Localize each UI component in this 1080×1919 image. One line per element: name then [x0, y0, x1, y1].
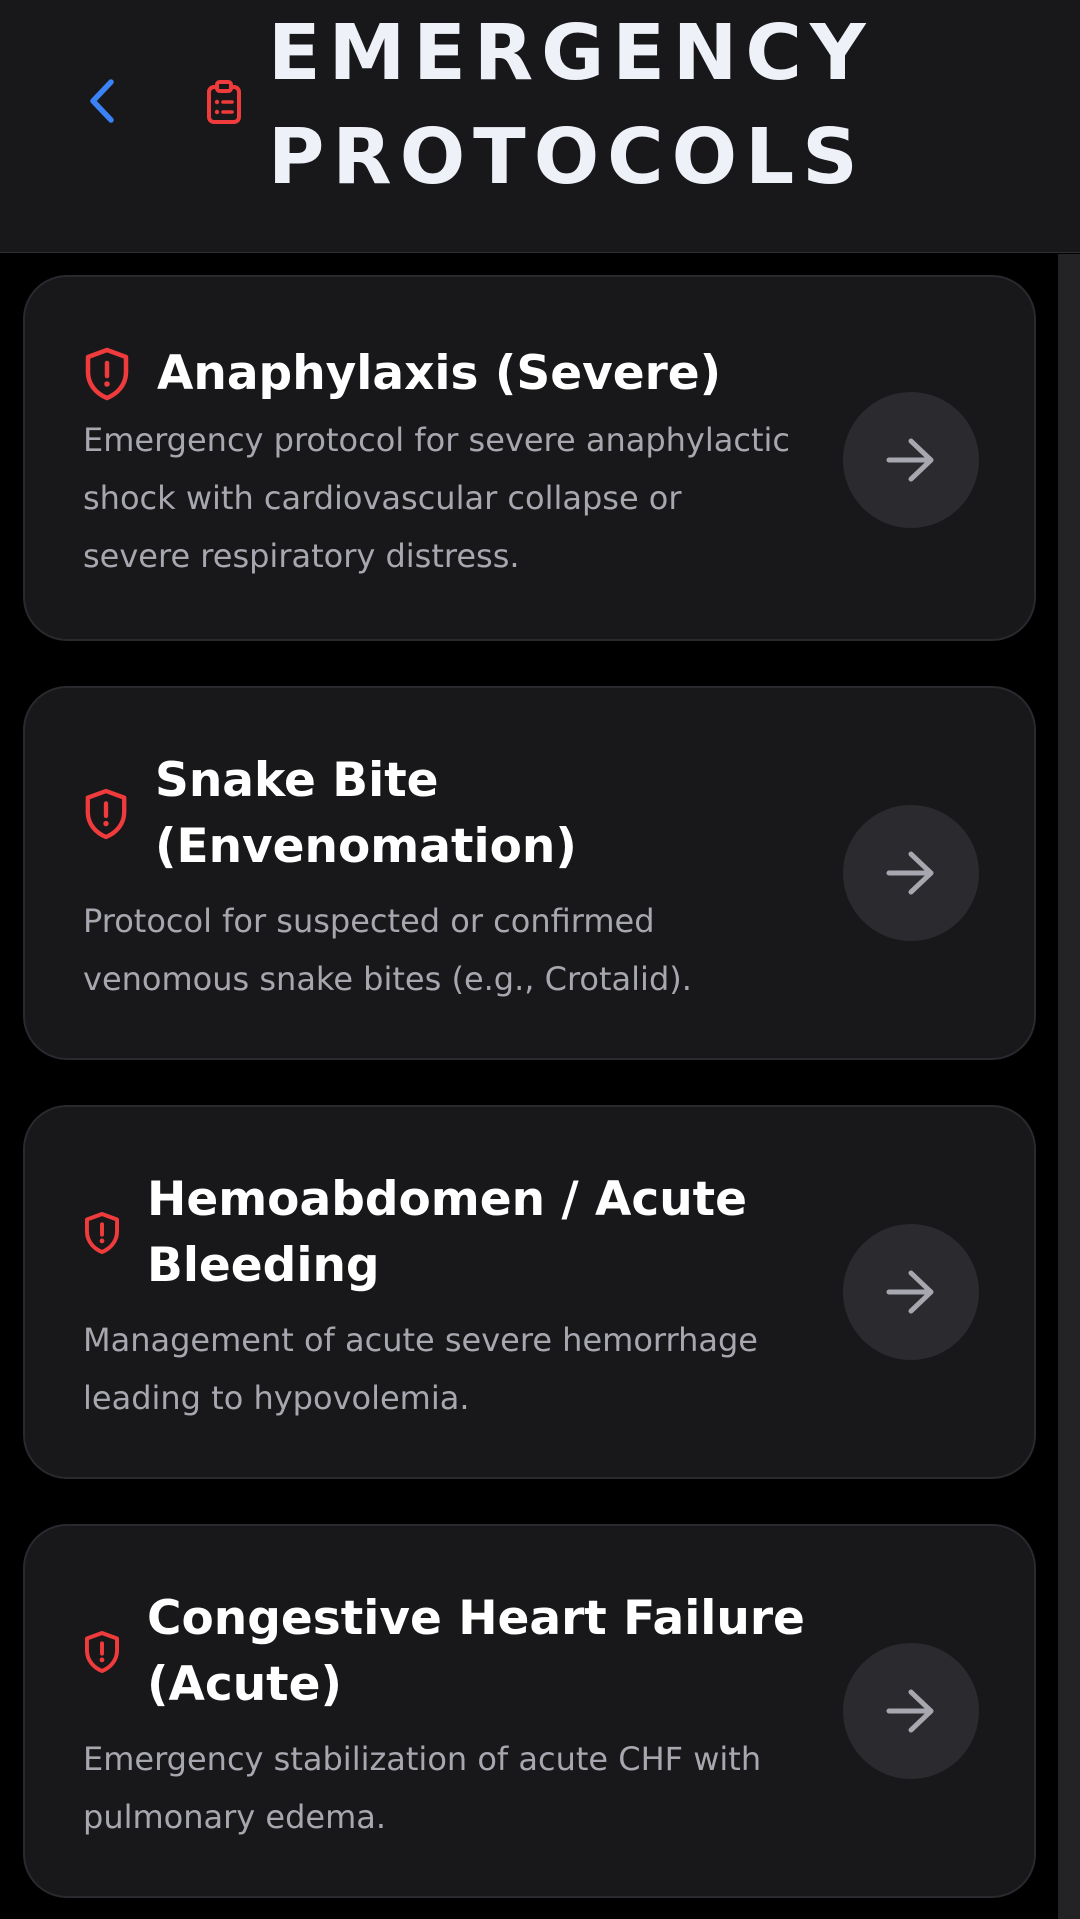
protocol-card-chf[interactable]: Congestive Heart Failure (Acute) Emergen…	[23, 1524, 1036, 1898]
arrow-right-icon	[886, 1270, 934, 1314]
clipboard-list-icon	[204, 80, 244, 124]
protocol-card-header: Anaphylaxis (Severe)	[83, 341, 721, 407]
chevron-left-icon	[90, 79, 114, 123]
page-title: EMERGENCY PROTOCOLS	[268, 9, 874, 202]
protocol-title: Congestive Heart Failure (Acute)	[147, 1591, 805, 1712]
protocol-card-snake-bite[interactable]: Snake Bite (Envenomation) Protocol for s…	[23, 686, 1036, 1060]
protocol-card-hemoabdomen[interactable]: Hemoabdomen / Acute Bleeding Management …	[23, 1105, 1036, 1479]
shield-alert-icon	[83, 1630, 121, 1674]
open-protocol-button[interactable]	[843, 1224, 979, 1360]
protocol-card-header: Hemoabdomen / Acute Bleeding	[83, 1167, 747, 1299]
open-protocol-button[interactable]	[843, 1643, 979, 1779]
shield-alert-icon	[83, 347, 131, 401]
arrow-right-icon	[886, 438, 934, 482]
protocol-description: Emergency protocol for severe anaphylact…	[83, 421, 790, 575]
protocol-description: Protocol for suspected or confirmed veno…	[83, 902, 692, 998]
protocol-title: Snake Bite (Envenomation)	[155, 753, 577, 874]
scrollbar-thumb[interactable]	[1058, 254, 1080, 1919]
open-protocol-button[interactable]	[843, 805, 979, 941]
protocol-card-anaphylaxis[interactable]: Anaphylaxis (Severe) Emergency protocol …	[23, 275, 1036, 641]
app-header: EMERGENCY PROTOCOLS	[0, 0, 1080, 253]
shield-alert-icon	[83, 1211, 121, 1255]
open-protocol-button[interactable]	[843, 392, 979, 528]
protocol-list: Anaphylaxis (Severe) Emergency protocol …	[23, 275, 1036, 1919]
protocol-card-header: Snake Bite (Envenomation)	[83, 748, 577, 880]
arrow-right-icon	[886, 1689, 934, 1733]
protocol-card-header: Congestive Heart Failure (Acute)	[83, 1586, 805, 1718]
back-button[interactable]	[80, 76, 124, 126]
protocol-title: Anaphylaxis (Severe)	[157, 346, 722, 401]
protocol-description: Management of acute severe hemorrhage le…	[83, 1321, 758, 1417]
protocol-description: Emergency stabilization of acute CHF wit…	[83, 1740, 762, 1836]
arrow-right-icon	[886, 851, 934, 895]
app-screen: EMERGENCY PROTOCOLS Anaphylaxis (Severe)…	[0, 0, 1080, 1919]
shield-alert-icon	[83, 788, 129, 840]
protocol-title: Hemoabdomen / Acute Bleeding	[147, 1172, 748, 1293]
